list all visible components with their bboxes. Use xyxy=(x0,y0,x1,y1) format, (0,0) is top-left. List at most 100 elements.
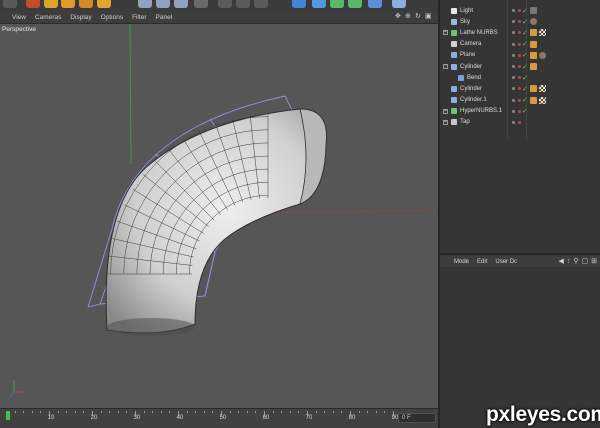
enabled-check-icon[interactable]: ✓ xyxy=(522,51,528,59)
attr-menu-user-data[interactable]: User Dc xyxy=(495,259,517,265)
object-tag-icon[interactable] xyxy=(530,63,537,71)
zoom-icon[interactable]: ⊕ xyxy=(405,13,412,20)
menu-view[interactable]: View xyxy=(12,14,26,21)
pen-icon[interactable] xyxy=(312,0,326,8)
object-row[interactable]: Light ✓ xyxy=(440,5,600,16)
scene-icon[interactable] xyxy=(392,0,406,8)
arrow-back-icon[interactable]: ◀ xyxy=(558,258,563,265)
object-tag-icon[interactable] xyxy=(530,29,537,37)
object-tag-icon[interactable] xyxy=(530,51,537,59)
expand-toggle[interactable]: + xyxy=(443,108,448,114)
object-row[interactable]: Cylinder ✓ xyxy=(440,83,600,94)
object-row[interactable]: Camera ✓ xyxy=(440,39,600,50)
editor-visibility-dot[interactable] xyxy=(512,76,515,80)
render-visibility-dot[interactable] xyxy=(518,20,521,24)
rotate-view-icon[interactable]: ↻ xyxy=(415,13,422,20)
lock-icon[interactable]: ▢ xyxy=(582,258,589,265)
x-axis-icon[interactable] xyxy=(138,0,152,8)
array-icon[interactable] xyxy=(348,0,362,8)
object-tag-icon[interactable] xyxy=(539,85,546,93)
editor-visibility-dot[interactable] xyxy=(512,42,515,46)
maximize-view-icon[interactable]: ▣ xyxy=(425,13,432,20)
z-axis-icon[interactable] xyxy=(174,0,188,8)
object-tag-icon[interactable] xyxy=(539,29,546,37)
last-tool-icon[interactable] xyxy=(97,0,111,8)
editor-visibility-dot[interactable] xyxy=(512,98,515,102)
render-visibility-dot[interactable] xyxy=(518,42,521,46)
object-tag-icon[interactable] xyxy=(530,18,537,26)
object-tag-icon[interactable] xyxy=(530,96,537,104)
object-row[interactable]: + Lathe NURBS ✓ xyxy=(440,27,600,38)
coordinate-system-icon[interactable] xyxy=(194,0,208,8)
editor-visibility-dot[interactable] xyxy=(512,87,515,91)
scale-icon[interactable] xyxy=(61,0,75,8)
render-visibility-dot[interactable] xyxy=(518,87,521,91)
subdivision-icon[interactable] xyxy=(330,0,344,8)
render-visibility-dot[interactable] xyxy=(518,31,521,35)
enabled-check-icon[interactable]: ✓ xyxy=(522,74,528,82)
pan-icon[interactable]: ✥ xyxy=(395,13,402,20)
up-arrow-icon[interactable]: ↑ xyxy=(567,258,571,265)
editor-visibility-dot[interactable] xyxy=(512,20,515,24)
rotate-icon[interactable] xyxy=(79,0,93,8)
object-tag-icon[interactable] xyxy=(530,40,537,48)
live-selection-icon[interactable] xyxy=(26,0,40,8)
render-visibility-dot[interactable] xyxy=(518,120,521,124)
object-row[interactable]: - Cylinder ✓ xyxy=(440,61,600,72)
undo-icon[interactable] xyxy=(3,0,17,8)
object-tag-icon[interactable] xyxy=(539,51,546,59)
render-visibility-dot[interactable] xyxy=(518,53,521,57)
editor-visibility-dot[interactable] xyxy=(512,31,515,35)
expand-toggle[interactable]: - xyxy=(443,64,448,70)
object-tag-icon[interactable] xyxy=(539,96,546,104)
render-picture-viewer-icon[interactable] xyxy=(236,0,250,8)
enabled-check-icon[interactable]: ✓ xyxy=(522,18,528,26)
editor-visibility-dot[interactable] xyxy=(512,120,515,124)
object-row[interactable]: Plane ✓ xyxy=(440,50,600,61)
object-tag-icon[interactable] xyxy=(530,7,537,15)
menu-display[interactable]: Display xyxy=(70,14,91,21)
timeline-playhead[interactable] xyxy=(6,411,10,420)
render-visibility-dot[interactable] xyxy=(518,109,521,113)
enabled-check-icon[interactable]: ✓ xyxy=(522,29,528,37)
render-visibility-dot[interactable] xyxy=(518,9,521,13)
editor-visibility-dot[interactable] xyxy=(512,109,515,113)
move-icon[interactable] xyxy=(44,0,58,8)
render-visibility-dot[interactable] xyxy=(518,65,521,69)
perspective-viewport[interactable]: Perspective xyxy=(0,24,438,408)
render-settings-icon[interactable] xyxy=(254,0,268,8)
enabled-check-icon[interactable]: ✓ xyxy=(522,40,528,48)
menu-cameras[interactable]: Cameras xyxy=(35,14,61,21)
enabled-check-icon[interactable]: ✓ xyxy=(522,7,528,15)
new-panel-icon[interactable]: ⊞ xyxy=(591,258,597,265)
attr-menu-edit[interactable]: Edit xyxy=(477,259,487,265)
cube-icon[interactable] xyxy=(292,0,306,8)
object-tag-icon[interactable] xyxy=(530,85,537,93)
enabled-check-icon[interactable]: ✓ xyxy=(522,96,528,104)
editor-visibility-dot[interactable] xyxy=(512,9,515,13)
enabled-check-icon[interactable]: ✓ xyxy=(522,85,528,93)
menu-filter[interactable]: Filter xyxy=(132,14,146,21)
y-axis-icon[interactable] xyxy=(156,0,170,8)
object-row[interactable]: + Tap xyxy=(440,117,600,128)
deformer-icon[interactable] xyxy=(368,0,382,8)
render-visibility-dot[interactable] xyxy=(518,98,521,102)
object-row[interactable]: Cylinder.1 ✓ xyxy=(440,95,600,106)
current-frame-field[interactable]: 0 F xyxy=(398,413,436,423)
render-visibility-dot[interactable] xyxy=(518,76,521,80)
menu-panel[interactable]: Panel xyxy=(156,14,173,21)
object-row[interactable]: Sky ✓ xyxy=(440,16,600,27)
object-row[interactable]: + HyperNURBS.1 ✓ xyxy=(440,106,600,117)
timeline[interactable]: 0102030405060708090 0 F xyxy=(0,408,438,428)
attr-menu-mode[interactable]: Mode xyxy=(454,259,469,265)
menu-options[interactable]: Options xyxy=(101,14,123,21)
editor-visibility-dot[interactable] xyxy=(512,65,515,69)
timeline-ruler[interactable]: 0102030405060708090 xyxy=(6,411,398,423)
enabled-check-icon[interactable]: ✓ xyxy=(522,63,528,71)
expand-toggle[interactable]: + xyxy=(443,119,448,125)
editor-visibility-dot[interactable] xyxy=(512,53,515,57)
expand-toggle[interactable]: + xyxy=(443,30,448,36)
object-row[interactable]: Bend ✓ xyxy=(440,72,600,83)
search-icon[interactable]: ⚲ xyxy=(573,258,578,265)
enabled-check-icon[interactable]: ✓ xyxy=(522,107,528,115)
